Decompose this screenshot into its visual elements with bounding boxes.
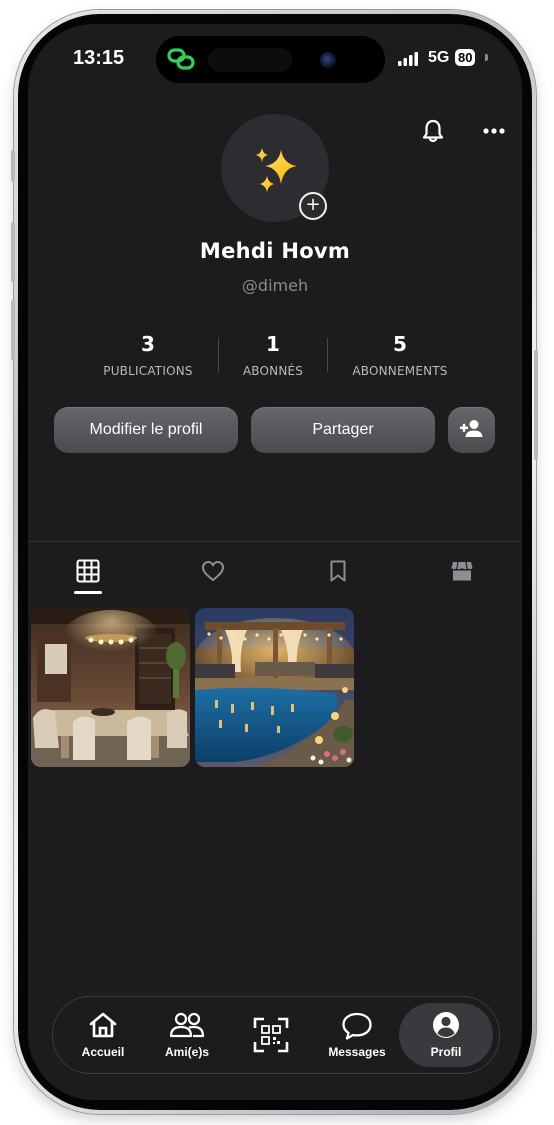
pool-patio-image <box>195 608 354 767</box>
link-icon <box>167 48 195 70</box>
nav-item-friends[interactable]: Ami(e)s <box>151 997 223 1073</box>
nav-item-home[interactable]: Accueil <box>67 997 139 1073</box>
nav-item-profile[interactable]: Profil <box>409 997 483 1073</box>
share-button[interactable]: Partager <box>251 407 435 453</box>
mute-switch <box>11 150 15 182</box>
volume-up-button <box>11 222 15 282</box>
home-icon <box>89 1012 117 1038</box>
volume-down-button <box>11 300 15 360</box>
stat-label: ABONNÉS <box>242 364 304 378</box>
bottom-navigation: Accueil Ami(e)s Messages Profil <box>52 996 500 1074</box>
heart-icon[interactable] <box>201 559 225 583</box>
people-icon <box>169 1012 205 1038</box>
app-screen: 13:15 5G 80 + Mehdi Hovm @dimeh 3 PUBLIC… <box>28 24 522 1100</box>
power-button <box>534 350 538 460</box>
front-camera <box>320 52 336 68</box>
battery-cap <box>485 54 488 61</box>
battery-indicator: 80 <box>455 49 476 66</box>
profile-name: Mehdi Hovm <box>199 239 351 263</box>
stat-value: 3 <box>141 332 155 356</box>
stat-followers[interactable]: 1 ABONNÉS <box>232 332 314 378</box>
nav-label: Accueil <box>81 1045 125 1059</box>
grid-icon[interactable] <box>76 559 100 583</box>
more-horizontal-icon[interactable] <box>483 127 505 135</box>
post-thumbnail-dining-room[interactable] <box>31 608 190 767</box>
dining-room-image <box>31 608 190 767</box>
profile-icon <box>433 1012 459 1038</box>
nav-label: Profil <box>430 1045 462 1059</box>
post-thumbnail-pool-patio[interactable] <box>195 608 354 767</box>
bookmark-icon[interactable] <box>326 559 350 583</box>
active-tab-indicator <box>74 591 102 594</box>
sparkles-icon <box>256 148 297 192</box>
stat-label: PUBLICATIONS <box>103 364 193 378</box>
nav-item-qr-scan[interactable] <box>239 997 303 1073</box>
section-divider <box>28 541 522 542</box>
nav-label: Messages <box>328 1045 386 1059</box>
bell-icon[interactable] <box>422 119 444 143</box>
stat-label: ABONNEMENTS <box>352 364 448 378</box>
shop-icon[interactable] <box>450 559 474 583</box>
status-time: 13:15 <box>73 47 125 69</box>
person-add-icon <box>460 420 483 437</box>
stat-publications[interactable]: 3 PUBLICATIONS <box>98 332 198 378</box>
stat-following[interactable]: 5 ABONNEMENTS <box>345 332 455 378</box>
chat-bubble-icon <box>342 1012 372 1040</box>
add-friend-button[interactable] <box>448 407 495 453</box>
island-sensor <box>208 48 292 72</box>
stat-divider <box>218 338 219 372</box>
qr-scan-icon <box>253 1017 289 1053</box>
profile-handle: @dimeh <box>241 276 309 295</box>
stat-divider <box>327 338 328 372</box>
add-avatar-button[interactable]: + <box>299 192 327 220</box>
stat-value: 5 <box>393 332 407 356</box>
dynamic-island <box>156 36 385 83</box>
nav-label: Ami(e)s <box>164 1045 209 1059</box>
signal-icon <box>398 52 418 66</box>
network-type: 5G <box>428 49 450 66</box>
edit-profile-button[interactable]: Modifier le profil <box>54 407 238 453</box>
nav-item-messages[interactable]: Messages <box>317 997 397 1073</box>
stat-value: 1 <box>266 332 280 356</box>
